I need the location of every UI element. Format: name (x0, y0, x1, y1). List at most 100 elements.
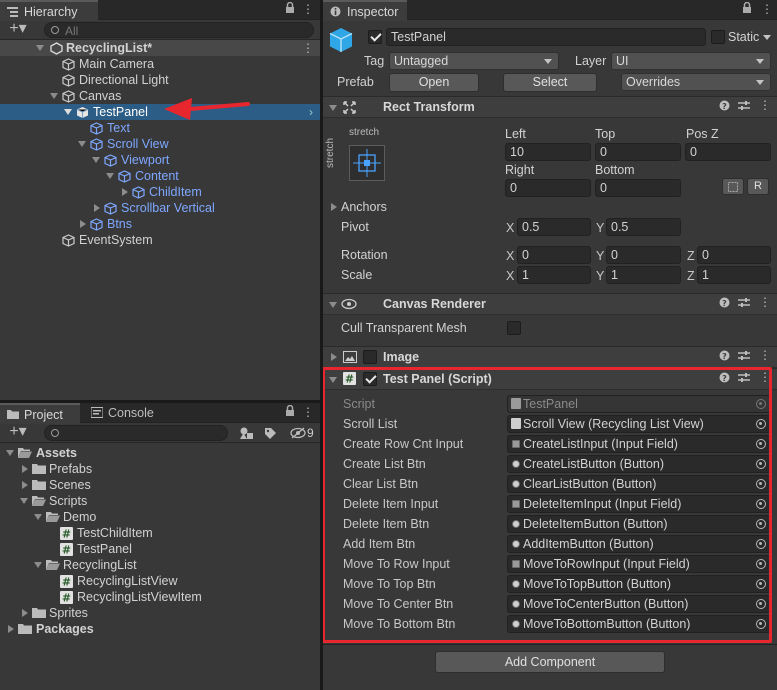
project-toolbar: +▾ 9 (0, 424, 320, 443)
hierarchy-item[interactable]: Text (0, 120, 320, 136)
add-component-button[interactable]: Add Component (435, 651, 665, 673)
search-icon (51, 429, 59, 437)
collapse-arrow-icon[interactable] (122, 188, 128, 196)
gameobject-icon (62, 234, 75, 247)
hierarchy-tabbar: Hierarchy ⋮ (0, 0, 320, 21)
folder-icon (32, 607, 46, 620)
prefab-cube-icon (76, 106, 89, 119)
open-folder-icon (46, 559, 60, 572)
hierarchy-search-input[interactable]: All (44, 22, 314, 38)
scene-menu-icon[interactable]: ⋮ (302, 40, 314, 56)
scene-name: RecyclingList* (66, 41, 153, 55)
expand-arrow-icon[interactable] (34, 514, 42, 520)
item-label: Scrollbar Vertical (121, 201, 215, 215)
prefab-cube-icon (104, 154, 117, 167)
hierarchy-toolbar: +▾ All (0, 21, 320, 40)
hierarchy-item[interactable]: Scroll View (0, 136, 320, 152)
project-item[interactable]: # RecyclingListViewItem (0, 589, 320, 605)
folder-icon (18, 623, 32, 636)
project-item[interactable]: RecyclingList (0, 557, 320, 573)
hierarchy-item[interactable]: Scrollbar Vertical (0, 200, 320, 216)
project-item[interactable]: Scenes (0, 477, 320, 493)
tab-hierarchy[interactable]: Hierarchy (0, 0, 98, 21)
project-item[interactable]: Scripts (0, 493, 320, 509)
hidden-packages-icon[interactable] (290, 427, 306, 442)
project-tree: Assets Prefabs Scenes Scripts Demo # Tes… (0, 445, 320, 690)
search-by-label-icon[interactable] (264, 427, 277, 443)
project-item[interactable]: Demo (0, 509, 320, 525)
create-plus-button[interactable]: +▾ (6, 424, 30, 440)
csharp-script-icon: # (60, 527, 73, 541)
hidden-count: 9 (307, 426, 314, 440)
project-panel: Project Console ⋮ +▾ 9 Assets Prefabs Sc… (0, 403, 320, 690)
collapse-arrow-icon[interactable] (22, 465, 28, 473)
lock-icon[interactable] (284, 1, 296, 18)
project-item[interactable]: Assets (0, 445, 320, 461)
tab-project-label: Project (24, 408, 63, 422)
svg-text:#: # (62, 576, 71, 589)
scene-row[interactable]: RecyclingList* ⋮ (0, 40, 320, 56)
hierarchy-item[interactable]: EventSystem (0, 232, 320, 248)
csharp-script-icon: # (60, 591, 73, 605)
tab-console-label: Console (108, 406, 154, 420)
hierarchy-item[interactable]: Content (0, 168, 320, 184)
project-item[interactable]: # RecyclingListView (0, 573, 320, 589)
collapse-arrow-icon[interactable] (22, 609, 28, 617)
item-label: RecyclingList (63, 558, 137, 572)
expand-arrow-icon[interactable] (92, 157, 100, 163)
create-plus-button[interactable]: +▾ (6, 21, 30, 37)
project-search-input[interactable] (44, 425, 228, 441)
expand-arrow-icon[interactable] (36, 45, 44, 51)
red-highlight-box (323, 367, 772, 643)
expand-arrow-icon[interactable] (106, 173, 114, 179)
hierarchy-item[interactable]: Btns (0, 216, 320, 232)
item-label: Scenes (49, 478, 91, 492)
kebab-menu-icon[interactable]: ⋮ (302, 1, 314, 17)
item-label: Btns (107, 217, 133, 231)
gameobject-icon (62, 74, 75, 87)
hierarchy-item[interactable]: Main Camera (0, 56, 320, 72)
search-by-type-icon[interactable] (240, 427, 254, 443)
folder-icon (7, 409, 19, 420)
project-item[interactable]: Prefabs (0, 461, 320, 477)
folder-icon (32, 463, 46, 476)
hierarchy-icon (7, 6, 18, 17)
expand-arrow-icon[interactable] (20, 498, 28, 504)
item-label: Demo (63, 510, 97, 524)
gameobject-icon (62, 90, 75, 103)
project-item[interactable]: Sprites (0, 605, 320, 621)
item-label: RecyclingListViewItem (77, 590, 202, 604)
expand-arrow-icon[interactable] (6, 450, 14, 456)
collapse-arrow-icon[interactable] (80, 220, 86, 228)
collapse-arrow-icon[interactable] (8, 625, 14, 633)
collapse-arrow-icon[interactable] (94, 204, 100, 212)
expand-arrow-icon[interactable] (64, 109, 72, 115)
hierarchy-item[interactable]: Viewport (0, 152, 320, 168)
search-icon (51, 26, 59, 34)
hierarchy-item[interactable]: Directional Light (0, 72, 320, 88)
hierarchy-item[interactable]: ChildItem (0, 184, 320, 200)
project-item[interactable]: Packages (0, 621, 320, 637)
console-icon (90, 407, 104, 418)
expand-arrow-icon[interactable] (34, 562, 42, 568)
expand-arrow-icon[interactable] (78, 141, 86, 147)
tab-project[interactable]: Project (0, 403, 80, 424)
project-item[interactable]: # TestPanel (0, 541, 320, 557)
expand-arrow-icon[interactable] (50, 93, 58, 99)
open-prefab-chevron-icon[interactable]: › (309, 104, 313, 120)
item-label: EventSystem (79, 233, 153, 247)
hierarchy-tree: RecyclingList* ⋮ Main Camera Directional… (0, 40, 320, 400)
item-label: TestPanel (77, 542, 132, 556)
item-label: Sprites (49, 606, 88, 620)
tab-console[interactable]: Console (84, 403, 164, 423)
item-label: Canvas (79, 89, 122, 103)
lock-icon[interactable] (284, 404, 296, 421)
project-item[interactable]: # TestChildItem (0, 525, 320, 541)
collapse-arrow-icon[interactable] (22, 481, 28, 489)
item-label: ChildItem (149, 185, 202, 199)
svg-text:#: # (62, 592, 71, 605)
prefab-cube-icon (90, 218, 103, 231)
hierarchy-panel: Hierarchy ⋮ +▾ All RecyclingList* ⋮ Main… (0, 0, 320, 400)
kebab-menu-icon[interactable]: ⋮ (302, 404, 314, 420)
item-label: Directional Light (79, 73, 169, 87)
